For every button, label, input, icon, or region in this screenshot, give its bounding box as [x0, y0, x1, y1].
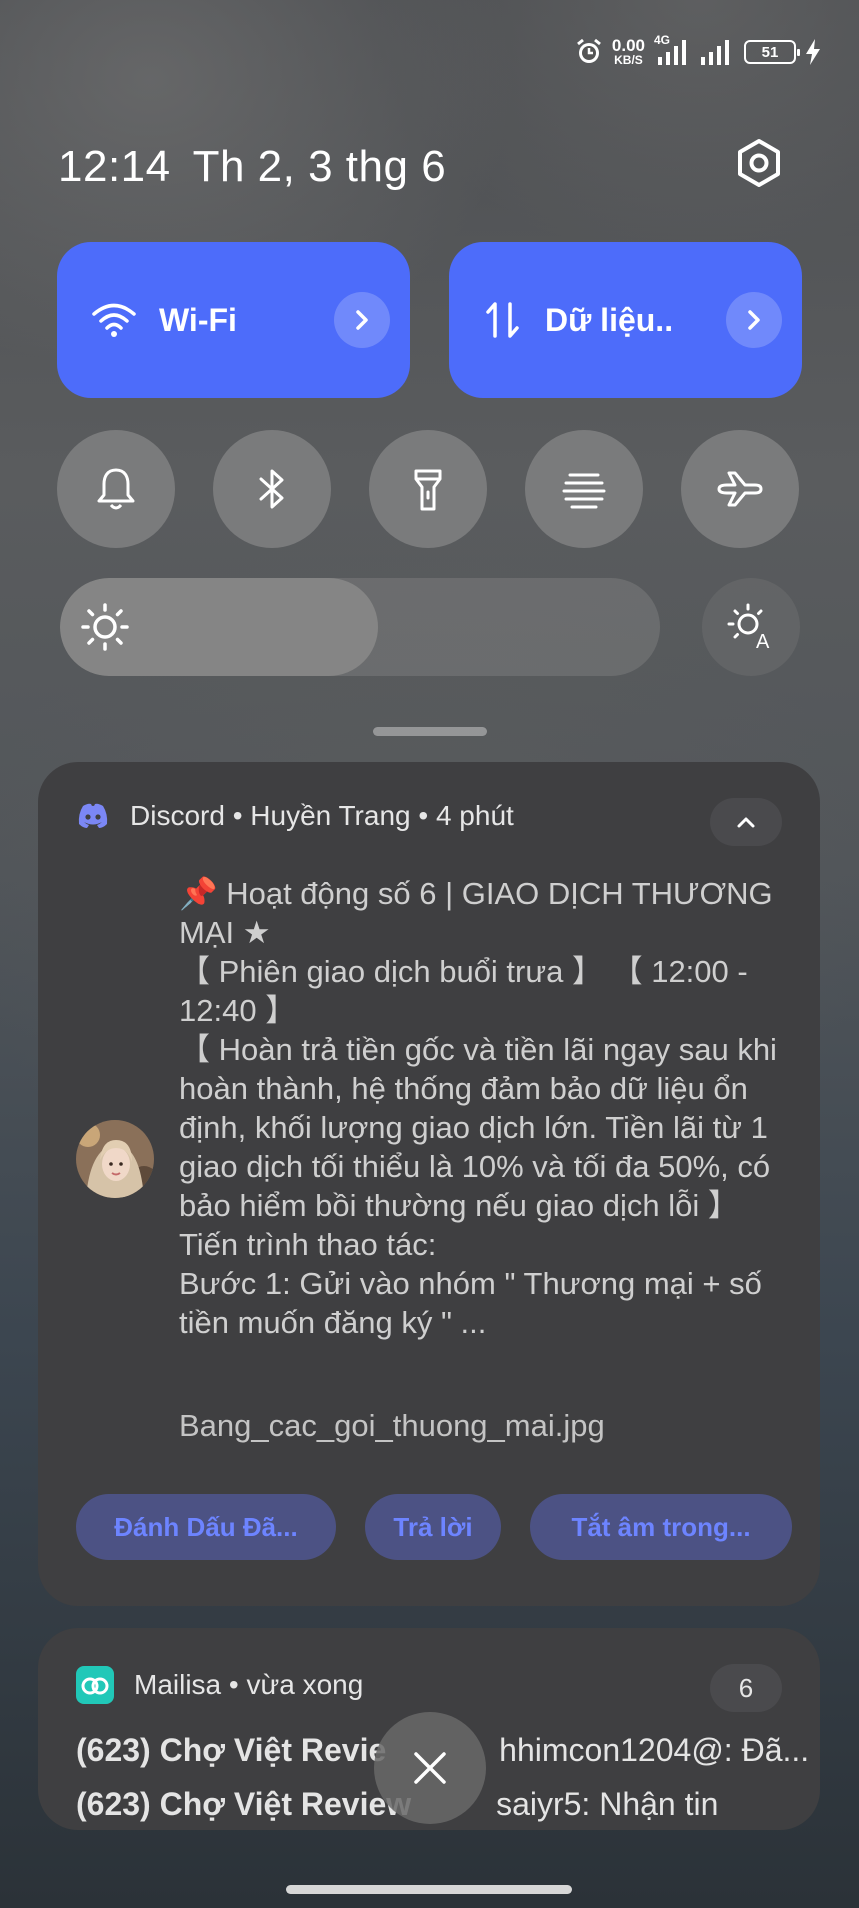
- auto-brightness-button[interactable]: A: [702, 578, 800, 676]
- brightness-icon: [81, 603, 129, 651]
- notification-header: Discord • Huyền Trang • 4 phút: [76, 800, 514, 832]
- nfc-icon: [562, 473, 606, 509]
- collapse-button[interactable]: [710, 798, 782, 846]
- clear-all-button[interactable]: [374, 1712, 486, 1824]
- battery-level: 51: [761, 43, 779, 61]
- notification-message: 📌 Hoạt động số 6 | GIAO DỊCH THƯƠNG MẠI …: [179, 874, 799, 1342]
- sound-toggle[interactable]: [57, 430, 175, 548]
- home-indicator[interactable]: [286, 1885, 572, 1894]
- panel-drag-handle[interactable]: [373, 727, 487, 736]
- avatar: [76, 1120, 154, 1198]
- message-line: 【 Phiên giao dịch buổi trưa 】 【 12:00 - …: [179, 954, 748, 1028]
- bluetooth-toggle[interactable]: [213, 430, 331, 548]
- message-line: Bước 1: Gửi vào nhóm " Thương mại + số t…: [179, 1266, 762, 1340]
- alarm-icon: [576, 38, 601, 63]
- clock-time: 12:14: [58, 142, 171, 191]
- discord-notification[interactable]: Discord • Huyền Trang • 4 phút 📌 Hoạt độ…: [38, 762, 820, 1606]
- wifi-icon: [92, 303, 136, 337]
- bell-icon: [97, 468, 135, 510]
- status-bar: 0.00 KB/S 4G 51: [575, 33, 821, 70]
- wifi-expand-button[interactable]: [334, 292, 390, 348]
- message-preview: hhimcon1204@: Đã...: [499, 1732, 810, 1768]
- message-line: 📌 Hoạt động số 6 | GIAO DỊCH THƯƠNG MẠI …: [179, 876, 773, 950]
- mark-as-read-button[interactable]: Đánh Dấu Đã...: [76, 1494, 336, 1560]
- message-preview: saiyr5: Nhận tin: [496, 1786, 719, 1822]
- notification-actions: Đánh Dấu Đã... Trả lời Tắt âm trong...: [76, 1494, 792, 1560]
- auto-brightness-icon: A: [727, 603, 770, 652]
- date-time: 12:14 Th 2, 3 thg 6: [58, 142, 468, 192]
- message-title: (623) Chợ Việt Review: [76, 1786, 412, 1822]
- brightness-slider[interactable]: [60, 578, 660, 676]
- flashlight-toggle[interactable]: [369, 430, 487, 548]
- message-line: 【 Hoàn trả tiền gốc và tiền lãi ngay sau…: [179, 1032, 777, 1223]
- notification-count-badge: 6: [710, 1664, 782, 1712]
- signal-icon: [701, 40, 729, 65]
- discord-icon: [78, 803, 108, 828]
- svg-text:A: A: [756, 631, 770, 652]
- settings-icon: [738, 139, 780, 187]
- message-line: Tiến trình thao tác:: [179, 1227, 437, 1262]
- settings-button[interactable]: [734, 138, 784, 188]
- net-speed-unit: KB/S: [614, 53, 643, 67]
- signal-icon: [658, 40, 686, 65]
- reply-button[interactable]: Trả lời: [365, 1494, 501, 1560]
- mobile-data-tile[interactable]: Dữ liệu..: [449, 242, 802, 398]
- chevron-up-icon: [737, 817, 755, 828]
- notification-header-text: Discord • Huyền Trang • 4 phút: [130, 800, 514, 831]
- charging-icon: [806, 39, 820, 65]
- battery-icon: 51: [744, 40, 800, 64]
- bluetooth-icon: [259, 469, 284, 509]
- mobile-data-label: Dữ liệu..: [545, 301, 674, 338]
- attachment-filename: Bang_cac_goi_thuong_mai.jpg: [179, 1408, 605, 1443]
- wifi-tile[interactable]: Wi-Fi: [57, 242, 410, 398]
- chevron-right-icon: [748, 310, 760, 330]
- mute-button[interactable]: Tắt âm trong...: [530, 1494, 792, 1560]
- net-speed-value: 0.00: [611, 36, 645, 55]
- mailisa-app-icon: [76, 1666, 114, 1704]
- wifi-label: Wi-Fi: [159, 301, 237, 338]
- airplane-mode-toggle[interactable]: [681, 430, 799, 548]
- mobile-data-icon: [486, 302, 519, 338]
- airplane-icon: [717, 471, 763, 507]
- message-title: (623) Chợ Việt Revie: [76, 1732, 387, 1768]
- flashlight-icon: [414, 469, 442, 511]
- close-icon: [414, 1752, 446, 1784]
- clock-date: Th 2, 3 thg 6: [192, 142, 447, 191]
- signal-4g: 4G: [654, 33, 690, 67]
- nfc-toggle[interactable]: [525, 430, 643, 548]
- notification-header: Mailisa • vừa xong: [76, 1666, 363, 1704]
- chevron-right-icon: [356, 310, 368, 330]
- mobile-data-expand-button[interactable]: [726, 292, 782, 348]
- net-speed: 0.00 KB/S: [611, 36, 645, 67]
- notification-header-text: Mailisa • vừa xong: [134, 1669, 364, 1700]
